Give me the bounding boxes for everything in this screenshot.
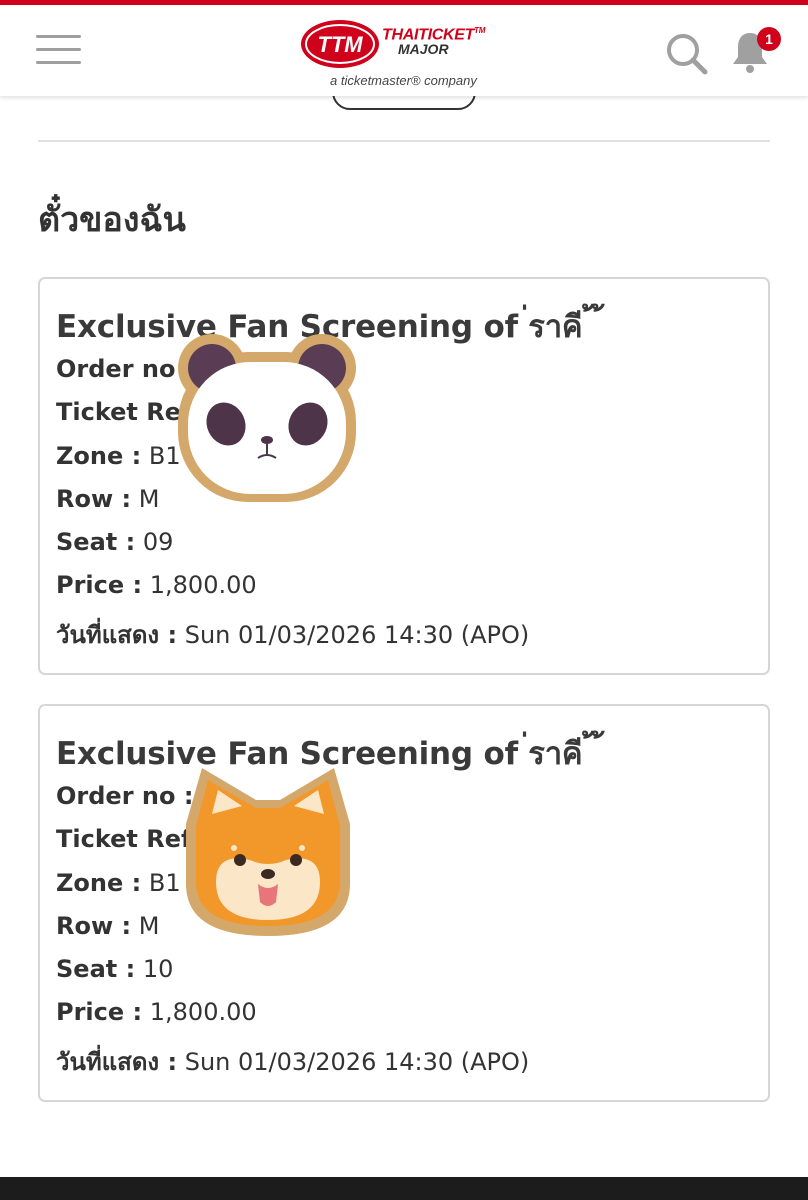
- zone-row: Zone : B1: [56, 869, 181, 897]
- row-row: Row : M: [56, 912, 160, 940]
- thaiticket-major-logo[interactable]: TTM THAITICKETTM MAJOR a ticketmaster® c…: [300, 13, 515, 93]
- ticket-ref-row: Ticket Ref: [56, 825, 192, 853]
- notification-count-badge: 1: [757, 27, 781, 51]
- logo-tagline: a ticketmaster® company: [330, 73, 477, 88]
- ticket-card[interactable]: Exclusive Fan Screening of ่ราคี ้ ้ Ord…: [38, 277, 770, 675]
- logo-badge-icon: TTM: [301, 20, 379, 68]
- logo-text-line2: MAJOR: [398, 41, 449, 57]
- section-divider: [38, 140, 770, 142]
- seat-row: Seat : 09: [56, 528, 174, 556]
- price-row: Price : 1,800.00: [56, 998, 257, 1026]
- footer-bar: [0, 1177, 808, 1200]
- search-icon[interactable]: [664, 31, 708, 75]
- ticket-card[interactable]: Exclusive Fan Screening of ่ราคี ้ ้ Ord…: [38, 704, 770, 1102]
- hamburger-icon[interactable]: [36, 35, 81, 65]
- row-row: Row : M: [56, 485, 160, 513]
- page-title: ตั๋วของฉัน: [38, 200, 186, 240]
- price-row: Price : 1,800.00: [56, 571, 257, 599]
- app-header: TTM THAITICKETTM MAJOR a ticketmaster® c…: [0, 5, 808, 96]
- svg-text:TTM: TTM: [317, 32, 363, 57]
- order-number-row: Order no: [56, 355, 176, 383]
- show-date-row: วันที่แสดง : Sun 01/03/2026 14:30 (APO): [56, 621, 530, 649]
- seat-row: Seat : 10: [56, 955, 174, 983]
- ticket-ref-row: Ticket Ref: [56, 398, 192, 426]
- panda-sticker: [178, 334, 356, 502]
- zone-row: Zone : B1: [56, 442, 181, 470]
- shiba-dog-sticker: [186, 768, 350, 936]
- order-number-row: Order no :: [56, 782, 194, 810]
- show-date-row: วันที่แสดง : Sun 01/03/2026 14:30 (APO): [56, 1048, 530, 1076]
